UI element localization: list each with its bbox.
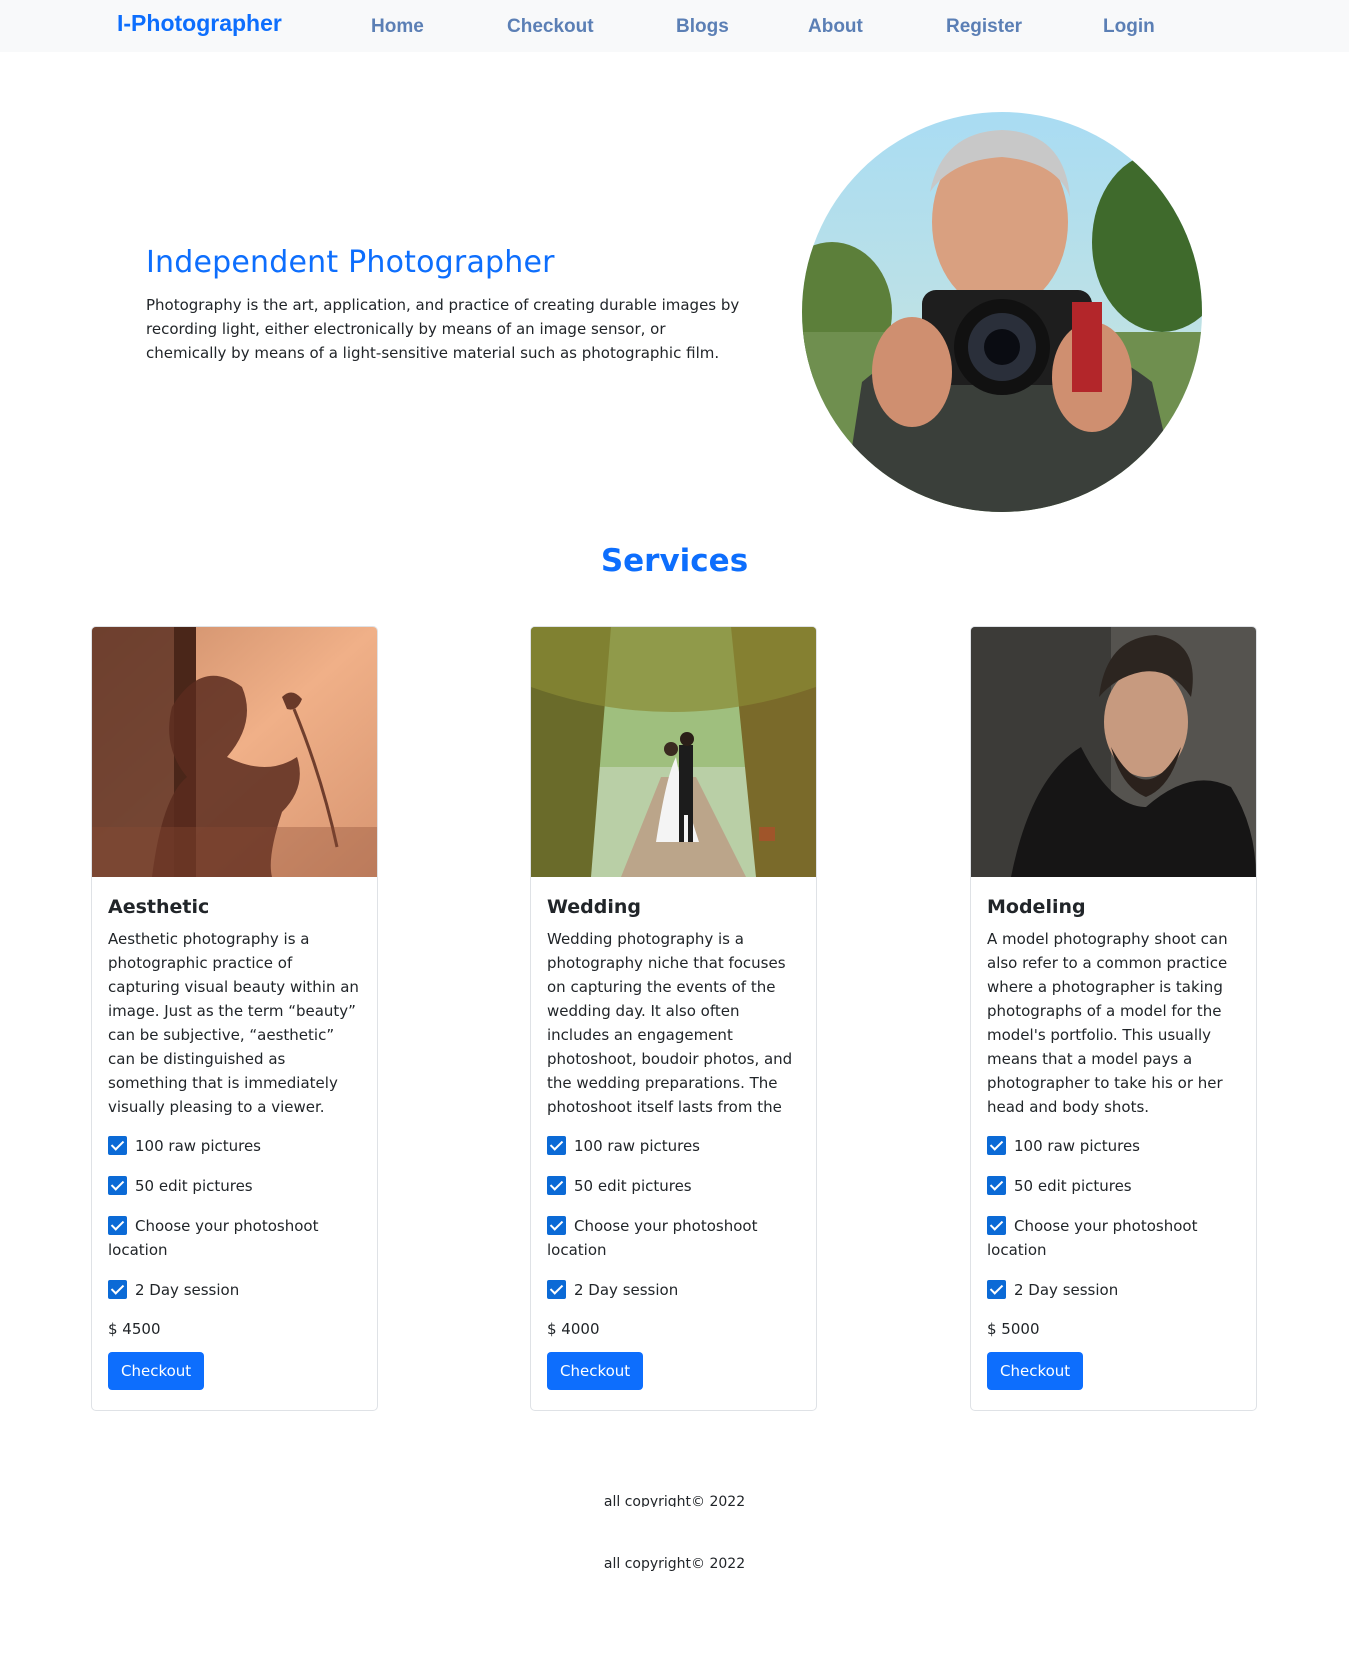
feature-label: 50 edit pictures — [574, 1177, 692, 1195]
feature-label: Choose your photoshoot location — [547, 1217, 758, 1259]
checkout-button[interactable]: Checkout — [108, 1352, 205, 1390]
feature-label: 2 Day session — [1014, 1281, 1119, 1299]
feature-item: 100 raw pictures — [108, 1134, 364, 1158]
feature-label: 100 raw pictures — [574, 1137, 700, 1155]
card-title: Aesthetic — [108, 896, 210, 918]
feature-label: Choose your photoshoot location — [987, 1217, 1198, 1259]
checkbox-checked-icon[interactable] — [108, 1280, 127, 1299]
checkbox-checked-icon[interactable] — [987, 1216, 1006, 1235]
feature-item: 50 edit pictures — [547, 1174, 803, 1198]
footer-clipped: all copyright© 2022 — [0, 1490, 1349, 1507]
checkbox-checked-icon[interactable] — [987, 1136, 1006, 1155]
checkbox-checked-icon[interactable] — [108, 1176, 127, 1195]
feature-item: 50 edit pictures — [987, 1174, 1243, 1198]
nav-checkout[interactable]: Checkout — [507, 16, 594, 38]
nav-home[interactable]: Home — [371, 16, 424, 38]
price: $ 4500 — [108, 1320, 161, 1338]
hero-description: Photography is the art, application, and… — [146, 296, 740, 362]
hero-title: Independent Photographer — [146, 245, 555, 280]
brand-logo[interactable]: I-Photographer — [117, 10, 282, 37]
price: $ 4000 — [547, 1320, 600, 1338]
card-description: Wedding photography is a photography nic… — [547, 930, 793, 1116]
checkout-button[interactable]: Checkout — [547, 1352, 644, 1390]
nav-register[interactable]: Register — [946, 16, 1022, 38]
checkout-button[interactable]: Checkout — [987, 1352, 1084, 1390]
feature-item: Choose your photoshoot location — [108, 1214, 364, 1262]
checkbox-checked-icon[interactable] — [547, 1176, 566, 1195]
checkbox-checked-icon[interactable] — [547, 1136, 566, 1155]
feature-label: 100 raw pictures — [1014, 1137, 1140, 1155]
feature-label: 2 Day session — [574, 1281, 679, 1299]
checkbox-checked-icon[interactable] — [108, 1136, 127, 1155]
copyright-text-clipped: all copyright© 2022 — [603, 1494, 746, 1507]
feature-item: Choose your photoshoot location — [547, 1214, 803, 1262]
feature-item: Choose your photoshoot location — [987, 1214, 1243, 1262]
feature-item: 2 Day session — [987, 1278, 1243, 1302]
card-title: Modeling — [987, 896, 1086, 918]
nav-login[interactable]: Login — [1103, 16, 1155, 38]
nav-about[interactable]: About — [808, 16, 863, 38]
service-card-wedding: Wedding Wedding photography is a photogr… — [530, 626, 817, 1411]
feature-label: 100 raw pictures — [135, 1137, 261, 1155]
card-description: A model photography shoot can also refer… — [987, 930, 1228, 1116]
copyright-text: all copyright© 2022 — [603, 1556, 746, 1572]
price: $ 5000 — [987, 1320, 1040, 1338]
checkbox-checked-icon[interactable] — [987, 1280, 1006, 1299]
checkbox-checked-icon[interactable] — [108, 1216, 127, 1235]
services-title: Services — [600, 543, 749, 579]
feature-item: 50 edit pictures — [108, 1174, 364, 1198]
photographer-photo — [802, 112, 1202, 512]
service-card-aesthetic: Aesthetic Aesthetic photography is a pho… — [91, 626, 378, 1411]
feature-label: 50 edit pictures — [135, 1177, 253, 1195]
feature-item: 2 Day session — [108, 1278, 364, 1302]
feature-label: 50 edit pictures — [1014, 1177, 1132, 1195]
card-description: Aesthetic photography is a photographic … — [108, 930, 359, 1116]
modeling-image — [971, 627, 1256, 877]
wedding-image — [531, 627, 816, 877]
navbar: I-Photographer Home Checkout Blogs About… — [0, 0, 1349, 52]
feature-label: Choose your photoshoot location — [108, 1217, 319, 1259]
checkbox-checked-icon[interactable] — [547, 1280, 566, 1299]
checkbox-checked-icon[interactable] — [987, 1176, 1006, 1195]
feature-item: 100 raw pictures — [987, 1134, 1243, 1158]
service-card-modeling: Modeling A model photography shoot can a… — [970, 626, 1257, 1411]
nav-blogs[interactable]: Blogs — [676, 16, 729, 38]
feature-label: 2 Day session — [135, 1281, 240, 1299]
aesthetic-image — [92, 627, 377, 877]
feature-item: 2 Day session — [547, 1278, 803, 1302]
card-title: Wedding — [547, 896, 642, 918]
feature-item: 100 raw pictures — [547, 1134, 803, 1158]
checkbox-checked-icon[interactable] — [547, 1216, 566, 1235]
